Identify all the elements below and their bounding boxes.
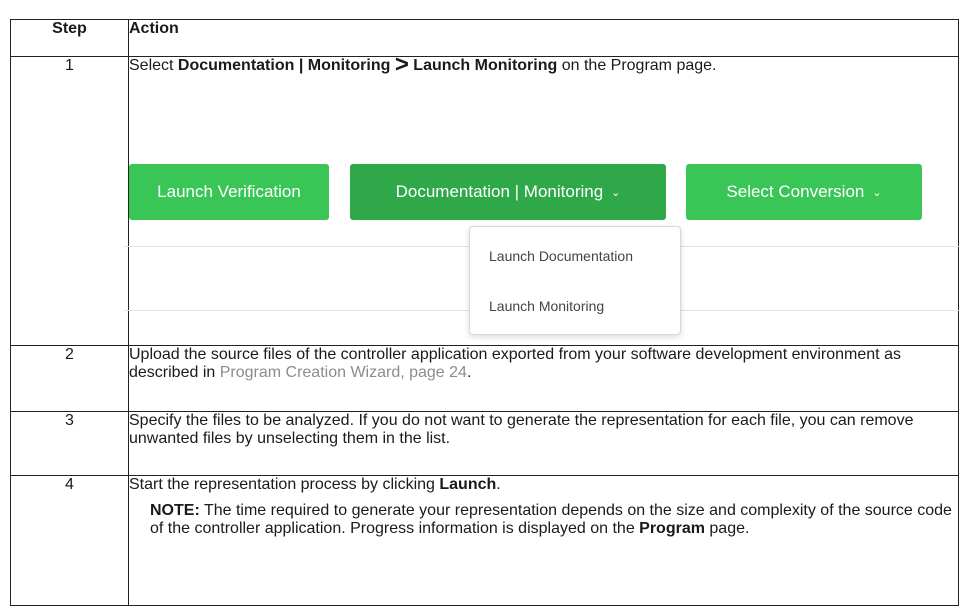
note-label: NOTE: — [150, 502, 200, 519]
menu-item-launch-monitoring[interactable]: Launch Monitoring — [489, 297, 604, 315]
menu-item-launch-documentation[interactable]: Launch Documentation — [489, 247, 633, 265]
step-number: 4 — [10, 475, 129, 606]
header-action: Action — [128, 19, 959, 57]
step-number: 3 — [10, 411, 129, 476]
table-row: 3 Specify the files to be analyzed. If y… — [10, 411, 959, 476]
step-action: Upload the source files of the controlle… — [128, 345, 959, 412]
ui-screenshot: Launch Verification Documentation | Moni… — [116, 75, 960, 335]
documentation-monitoring-button[interactable]: Documentation | Monitoring ⌄ — [350, 164, 666, 220]
step-text: Select Documentation | Monitoring > Laun… — [129, 51, 717, 78]
dropdown-menu: Launch Documentation Launch Monitoring — [469, 226, 681, 335]
note: NOTE: The time required to generate your… — [150, 502, 952, 537]
step-action: Start the representation process by clic… — [128, 475, 959, 606]
launch-verification-button[interactable]: Launch Verification — [129, 164, 329, 220]
table-row: 4 Start the representation process by cl… — [10, 475, 959, 606]
steps-table: Step Action 1 Select Documentation | Mon… — [10, 19, 960, 606]
table-row: 2 Upload the source files of the control… — [10, 345, 959, 412]
step-number: 1 — [10, 56, 129, 346]
step-action: Specify the files to be analyzed. If you… — [128, 411, 959, 476]
step-text: Start the representation process by clic… — [129, 476, 501, 493]
chevron-down-icon: ⌄ — [872, 187, 882, 199]
step-action: Select Documentation | Monitoring > Laun… — [124, 51, 960, 346]
table-row: 1 Select Documentation | Monitoring > La… — [10, 51, 960, 346]
select-conversion-button[interactable]: Select Conversion ⌄ — [686, 164, 922, 220]
table-header-row: Step Action — [10, 19, 959, 57]
arrow-icon: > — [394, 51, 409, 78]
chevron-down-icon: ⌄ — [611, 187, 621, 199]
header-step: Step — [10, 19, 129, 57]
cross-reference-link[interactable]: Program Creation Wizard, page 24 — [220, 364, 467, 381]
step-number: 2 — [10, 345, 129, 412]
